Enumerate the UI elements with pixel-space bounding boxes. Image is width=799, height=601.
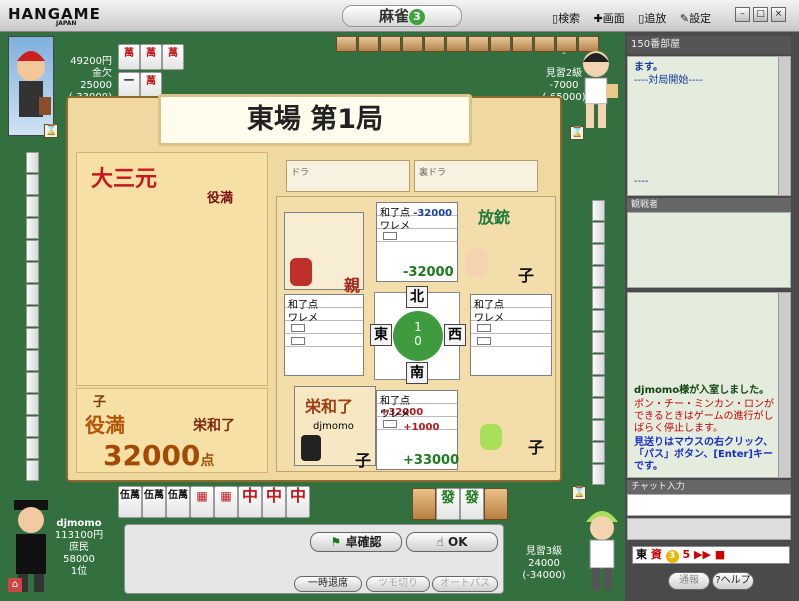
hourglass-icon: ⌛ (44, 124, 58, 138)
dora-indicator: ドラ (286, 160, 410, 192)
hand-tile[interactable]: ▦ (214, 486, 238, 518)
avatar-small-west (290, 258, 312, 286)
settings-menu[interactable]: ✎設定 (680, 12, 716, 25)
hangame-logo: HANGAME JAPAN (8, 5, 101, 27)
score-box-south: 和了点 +32000 ワレメ +1000 +33000 (376, 390, 459, 470)
hand-tile[interactable]: 中 (262, 486, 286, 518)
meld-bottom-right: 發發 (412, 488, 508, 520)
score-box-west: 和了点 ワレメ (284, 294, 364, 376)
meld-top-left-2: 一萬 (118, 72, 162, 98)
deal-in-label: 放銃 (478, 208, 511, 227)
close-button[interactable]: × (771, 7, 786, 22)
yaku-name: 大三元 (91, 167, 158, 192)
spectator-list (627, 212, 791, 288)
hand-tile[interactable]: 伍萬 (166, 486, 190, 518)
report-button[interactable]: 通報 (668, 572, 710, 590)
kick-menu[interactable]: ▯追放 (638, 12, 671, 25)
dir-east: 東 (370, 324, 392, 346)
hand-tile[interactable]: 伍萬 (118, 486, 142, 518)
screen-menu[interactable]: ✚画面 (594, 12, 630, 25)
score-box-east: 和了点 ワレメ (470, 294, 552, 376)
chat-input-label: チャット入力 (627, 480, 791, 494)
avatar-small-east (480, 424, 502, 450)
pin-icon: ⚑ (330, 535, 342, 549)
log-scrollbar[interactable] (778, 57, 790, 195)
maximize-button[interactable]: □ (753, 7, 768, 22)
hourglass-icon: ⌛ (572, 486, 586, 500)
avatar-small-south (301, 435, 321, 461)
yaku-panel: 大三元 役満 (76, 152, 268, 386)
minimize-button[interactable]: – (735, 7, 750, 22)
hand-tile[interactable]: 伍萬 (142, 486, 166, 518)
dir-south: 南 (406, 362, 428, 384)
avatar-small-north (466, 248, 488, 276)
round-title: 東場 第1局 (158, 94, 472, 146)
player-info-bottom-right: 見習3級 24000 (-34000) (522, 546, 566, 581)
dir-west: 西 (444, 324, 466, 346)
hourglass-icon: ⌛ (570, 126, 584, 140)
dir-north: 北 (406, 286, 428, 308)
hand-tile[interactable]: 中 (286, 486, 310, 518)
chat-input[interactable] (627, 494, 791, 516)
player-hand: 伍萬 伍萬 伍萬 ▦ ▦ 中中中 (118, 486, 310, 518)
total-points: 32000点 (103, 439, 215, 472)
spectators-label: 観戦者 (627, 198, 791, 212)
chat-log: djmomo様が入室しました。 ポン・チー・ミンカン・ロンができるときはゲームの… (627, 292, 791, 478)
avatar-figure-icon (583, 51, 618, 128)
hand-tile[interactable]: ▦ (190, 486, 214, 518)
right-wall (592, 200, 605, 485)
top-menu: ▯検索 ✚画面 ▯追放 ✎設定 (552, 10, 721, 26)
ok-button[interactable]: ☝ OK (406, 532, 498, 552)
hand-icon: ☝ (436, 535, 444, 549)
leave-seat-button[interactable]: 一時退席 (294, 576, 362, 592)
autopass-button[interactable]: オートパス (432, 576, 498, 592)
tsumogiri-button[interactable]: ツモ切り (366, 576, 430, 592)
meld-top-left: 萬萬萬 (118, 44, 184, 70)
table-check-button[interactable]: ⚑ 卓確認 (310, 532, 402, 552)
player-avatar-top-right[interactable] (576, 42, 624, 132)
chat-scrollbar[interactable] (778, 293, 790, 477)
hand-tile[interactable]: 中 (238, 486, 262, 518)
ura-dora-indicator: 裏ドラ (414, 160, 538, 192)
search-menu[interactable]: ▯検索 (552, 12, 585, 25)
avatar-figure-icon (586, 511, 618, 590)
winner-box-south: 栄和了 djmomo 子 (294, 386, 376, 470)
help-button[interactable]: ?ヘルプ (712, 572, 754, 590)
game-log: ます。 ----対局開始---- ---- (627, 56, 791, 196)
home-icon[interactable]: ⌂ (8, 578, 22, 592)
score-summary: 子 役満 栄和了 32000点 (76, 388, 268, 473)
title-bar: HANGAME JAPAN 麻雀 3 ▯検索 ✚画面 ▯追放 ✎設定 – □ × (0, 0, 799, 32)
status-bar: 東 資 3 5 ▶▶ ■ (632, 546, 790, 564)
room-label: 150番部屋 (627, 36, 791, 54)
player-avatar-bottom-right[interactable] (580, 500, 624, 592)
left-wall (26, 152, 39, 481)
game-title: 麻雀 3 (342, 5, 462, 27)
player-info-self: djmomo 113100円 庶民 58000 1位 (54, 518, 104, 577)
score-box-north: 和了点 -32000 ワレメ -32000 (376, 202, 458, 282)
yaku-level: 役満 (207, 191, 234, 206)
chat-send-area (627, 518, 791, 540)
